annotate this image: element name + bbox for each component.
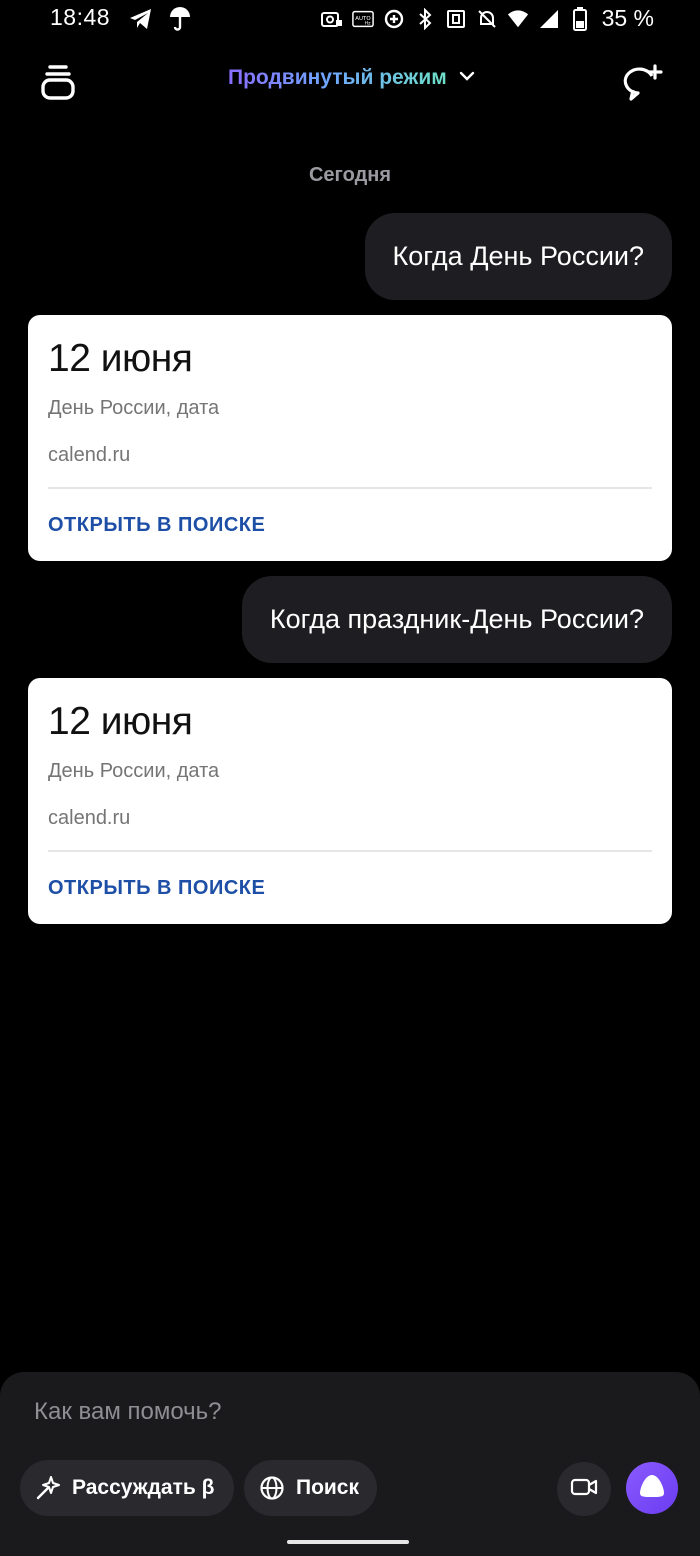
message-input[interactable]	[34, 1394, 654, 1430]
chat-history-button[interactable]	[40, 62, 78, 102]
battery-icon	[569, 6, 591, 31]
umbrella-icon	[168, 6, 192, 37]
chat-history-icon	[40, 65, 78, 106]
data-saver-icon	[383, 8, 405, 30]
status-bar: 18:48 AUTO Hz 35 %	[0, 0, 700, 40]
alice-voice-button[interactable]	[626, 1462, 678, 1514]
mode-label: Продвинутый режим	[228, 66, 447, 89]
mode-selector[interactable]: Продвинутый режим	[228, 66, 475, 90]
signal-icon	[538, 8, 560, 30]
divider	[48, 487, 652, 489]
user-message-text: Когда праздник-День России?	[269, 604, 644, 634]
home-indicator	[287, 1540, 409, 1544]
alice-icon	[637, 1472, 667, 1505]
wifi-icon	[507, 8, 529, 30]
open-in-search-link[interactable]: ОТКРЫТЬ В ПОИСКЕ	[48, 514, 265, 537]
video-camera-icon	[570, 1476, 598, 1503]
answer-title: 12 июня	[48, 700, 193, 743]
svg-text:Hz: Hz	[364, 20, 370, 26]
mute-icon	[476, 8, 498, 30]
auto-hz-icon: AUTO Hz	[351, 8, 374, 30]
divider	[48, 850, 652, 852]
chevron-down-icon	[459, 69, 475, 87]
search-label: Поиск	[295, 1476, 359, 1499]
answer-source[interactable]: calend.ru	[48, 807, 130, 830]
answer-subtitle: День России, дата	[48, 397, 220, 419]
open-in-search-link[interactable]: ОТКРЫТЬ В ПОИСКЕ	[48, 877, 265, 900]
answer-card: 12 июня День России, дата calend.ru ОТКР…	[28, 315, 672, 561]
globe-icon	[258, 1474, 286, 1502]
user-message: Когда праздник-День России?	[241, 576, 672, 663]
composer-panel: Рассуждать β Поиск	[0, 1372, 700, 1556]
status-time: 18:48	[50, 4, 111, 30]
search-button[interactable]: Поиск	[244, 1460, 377, 1516]
answer-source[interactable]: calend.ru	[48, 444, 130, 467]
bluetooth-icon	[414, 7, 436, 30]
new-chat-button[interactable]	[622, 62, 666, 104]
screenshot-lock-icon	[320, 8, 343, 30]
user-message-text: Когда День России?	[392, 241, 644, 271]
date-separator: Сегодня	[308, 164, 392, 186]
answer-title: 12 июня	[48, 337, 193, 380]
reason-button[interactable]: Рассуждать β	[20, 1460, 234, 1516]
video-button[interactable]	[557, 1462, 611, 1516]
new-chat-icon	[622, 64, 666, 108]
nfc-icon	[445, 8, 467, 30]
top-bar: Продвинутый режим	[0, 54, 700, 114]
battery-percent: 35 %	[601, 5, 654, 31]
telegram-icon	[128, 7, 154, 36]
sparkle-icon	[34, 1474, 62, 1502]
answer-card: 12 июня День России, дата calend.ru ОТКР…	[28, 678, 672, 924]
reason-label: Рассуждать β	[72, 1476, 215, 1499]
answer-subtitle: День России, дата	[48, 760, 220, 782]
user-message: Когда День России?	[364, 213, 672, 300]
